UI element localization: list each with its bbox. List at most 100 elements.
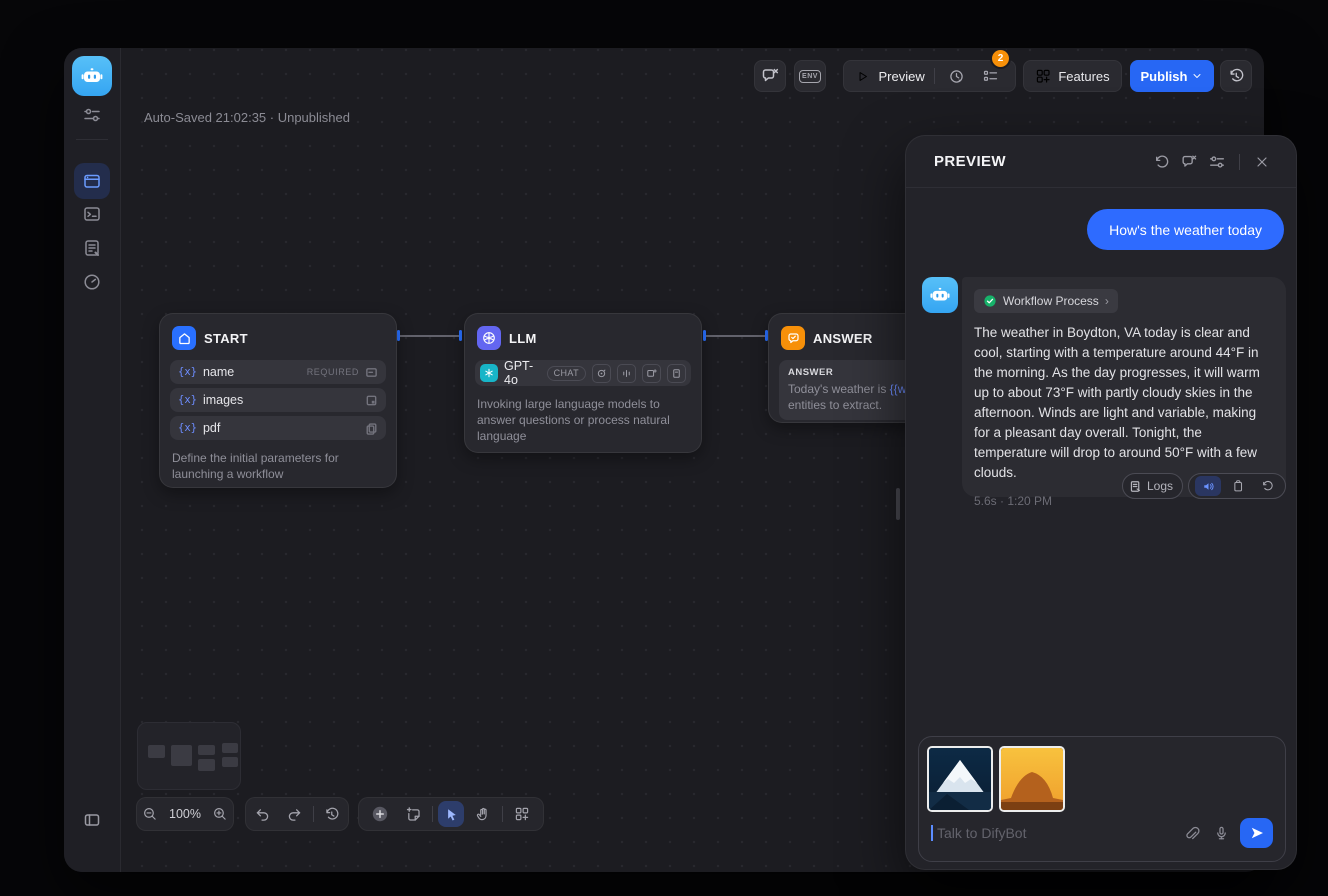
model-name: GPT-4o: [504, 359, 541, 387]
checklist-button[interactable]: [978, 68, 1003, 85]
panel-settings-button[interactable]: [1203, 148, 1231, 176]
minimap[interactable]: [137, 722, 241, 790]
change-history-button[interactable]: [318, 806, 346, 823]
canvas-scrollbar[interactable]: [896, 488, 900, 520]
edge-start-llm: [400, 335, 459, 337]
version-history-icon: [1227, 67, 1245, 85]
microphone-icon: [1213, 825, 1230, 842]
chat-input[interactable]: [935, 824, 1176, 842]
node-title: LLM: [509, 331, 537, 346]
run-history-icon: [948, 68, 965, 85]
workflow-process-toggle[interactable]: Workflow Process ›: [974, 289, 1118, 313]
divider: [502, 806, 503, 822]
preview-panel: PREVIEW How's the weather today Workflow…: [905, 135, 1297, 870]
node-description: Invoking large language models to answer…: [477, 396, 689, 444]
publish-button[interactable]: Publish: [1130, 60, 1214, 92]
panel-conversation-variables-button[interactable]: [1175, 148, 1203, 176]
env-variables-button[interactable]: ENV: [794, 60, 826, 92]
node-start[interactable]: START {x} name REQUIRED {x} images {x} p…: [159, 313, 397, 488]
history-toolbar: [245, 797, 349, 831]
regenerate-button[interactable]: [1255, 479, 1279, 493]
preview-group: Preview: [843, 60, 1016, 92]
undo-button[interactable]: [249, 806, 277, 823]
features-button[interactable]: Features: [1023, 60, 1122, 92]
logs-button[interactable]: Logs: [1122, 473, 1183, 499]
edge-handle[interactable]: [459, 330, 462, 341]
sidebar-divider: [76, 139, 108, 140]
sidebar-item-monitoring[interactable]: [82, 272, 102, 292]
bot-message-text: The weather in Boydton, VA today is clea…: [974, 323, 1274, 483]
image-capability-icon: [642, 364, 661, 383]
redo-button[interactable]: [281, 806, 309, 823]
preview-run-button[interactable]: Preview: [878, 69, 924, 84]
variable-token: {{w: [890, 382, 907, 396]
run-history-button[interactable]: [944, 68, 969, 85]
message-tools: [1188, 473, 1286, 499]
edge-llm-answer: [706, 335, 765, 337]
paperclip-icon: [1183, 825, 1200, 842]
app-logo[interactable]: [72, 56, 112, 96]
vision-capability-icon: [592, 364, 611, 383]
image-attachment-sunset[interactable]: [999, 746, 1065, 812]
node-description: Define the initial parameters for launch…: [172, 450, 384, 482]
image-field-icon: [365, 394, 378, 407]
chat-input-container: [918, 736, 1286, 862]
zoom-out-button[interactable]: [137, 806, 162, 822]
collapse-sidebar-icon[interactable]: [82, 810, 102, 830]
chat-variable-icon: [760, 66, 780, 86]
llm-icon: [477, 326, 501, 350]
workflow-settings-icon[interactable]: [82, 105, 102, 125]
add-note-button[interactable]: [399, 806, 427, 823]
sidebar-item-logs[interactable]: [82, 238, 102, 258]
speak-button[interactable]: [1195, 476, 1221, 496]
pointer-icon: [444, 807, 459, 822]
bot-avatar: [922, 277, 958, 313]
divider: [1239, 154, 1240, 170]
close-panel-button[interactable]: [1248, 148, 1276, 176]
version-history-button[interactable]: [1220, 60, 1252, 92]
openai-icon: [480, 364, 498, 382]
check-circle-icon: [983, 294, 997, 308]
logs-icon: [82, 238, 102, 258]
add-node-button[interactable]: [366, 805, 394, 823]
gauge-icon: [82, 272, 102, 292]
chevron-down-icon: [1191, 70, 1203, 82]
zoom-level[interactable]: 100%: [169, 807, 201, 821]
send-button[interactable]: [1240, 818, 1273, 848]
organize-blocks-button[interactable]: [508, 806, 536, 822]
autosave-status: Auto-Saved 21:02:35 · Unpublished: [144, 110, 350, 125]
bot-message-card: Workflow Process › The weather in Boydto…: [962, 277, 1286, 497]
short-text-icon: [365, 366, 378, 379]
robot-icon: [929, 284, 951, 306]
sidebar-item-orchestrate[interactable]: [74, 163, 110, 199]
zoom-in-button[interactable]: [208, 806, 233, 822]
add-node-icon: [371, 805, 389, 823]
zoom-in-icon: [212, 806, 228, 822]
image-attachment-fuji[interactable]: [927, 746, 993, 812]
start-field-images: {x} images: [170, 388, 386, 412]
copy-icon: [1231, 479, 1245, 493]
sidebar-item-api[interactable]: [82, 204, 102, 224]
node-title: START: [204, 331, 248, 346]
node-title: ANSWER: [813, 331, 873, 346]
robot-icon: [80, 64, 104, 88]
terminal-icon: [82, 204, 102, 224]
pointer-tool-button[interactable]: [438, 801, 464, 827]
hand-tool-button[interactable]: [469, 806, 497, 822]
logs-icon: [1129, 480, 1142, 493]
node-llm[interactable]: LLM GPT-4o CHAT Invoking large language …: [464, 313, 702, 453]
hand-icon: [475, 806, 491, 822]
attach-file-button[interactable]: [1176, 825, 1206, 842]
orchestrate-icon: [82, 171, 102, 191]
change-history-icon: [323, 806, 340, 823]
copy-button[interactable]: [1226, 479, 1250, 493]
conversation-variables-button[interactable]: [754, 60, 786, 92]
message-meta: 5.6s · 1:20 PM: [974, 494, 1052, 508]
checklist-icon: [982, 68, 999, 85]
restart-conversation-button[interactable]: [1147, 148, 1175, 176]
preview-header: PREVIEW: [906, 136, 1296, 188]
redo-icon: [286, 806, 303, 823]
llm-model-row[interactable]: GPT-4o CHAT: [475, 360, 691, 386]
home-icon: [172, 326, 196, 350]
voice-input-button[interactable]: [1206, 825, 1236, 842]
